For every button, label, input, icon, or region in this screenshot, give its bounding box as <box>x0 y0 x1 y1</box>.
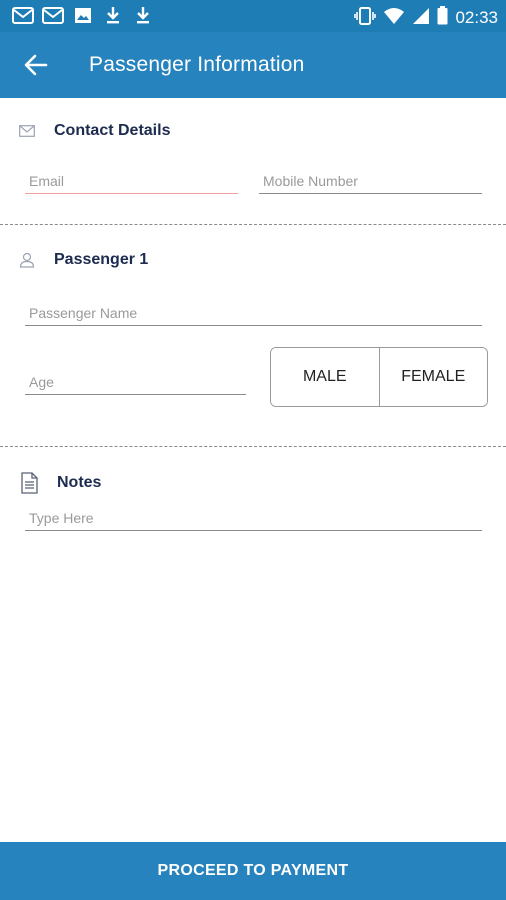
back-button[interactable] <box>20 49 52 81</box>
cellular-signal-icon <box>412 7 430 30</box>
notes-input[interactable] <box>25 507 482 529</box>
mail-icon <box>42 6 64 24</box>
age-input[interactable] <box>25 371 246 393</box>
notes-header: Notes <box>20 472 101 494</box>
female-button[interactable]: FEMALE <box>378 348 487 406</box>
passenger-information-screen: 02:33 Passenger Information Contact Deta… <box>0 0 506 900</box>
passenger-name-input[interactable] <box>25 302 482 324</box>
email-input[interactable] <box>25 170 238 192</box>
mobile-number-field[interactable] <box>259 170 482 194</box>
passenger-header: Passenger 1 <box>18 251 148 269</box>
vibrate-icon <box>354 6 377 30</box>
contact-details-title: Contact Details <box>54 122 171 139</box>
male-button[interactable]: MALE <box>271 348 379 406</box>
mobile-number-input[interactable] <box>259 170 482 192</box>
notes-field[interactable] <box>25 507 482 531</box>
passenger-name-field[interactable] <box>25 302 482 326</box>
person-icon <box>18 251 36 269</box>
gender-selector: MALE FEMALE <box>270 347 488 407</box>
document-icon <box>20 472 38 494</box>
wifi-icon <box>383 7 405 30</box>
section-divider <box>0 446 506 447</box>
download-icon <box>102 6 124 24</box>
arrow-left-icon <box>24 54 48 76</box>
status-bar-notifications <box>12 6 154 24</box>
page-title: Passenger Information <box>89 53 305 76</box>
status-bar-time: 02:33 <box>455 8 498 27</box>
section-divider <box>0 224 506 225</box>
status-bar: 02:33 <box>0 0 506 32</box>
passenger-title: Passenger 1 <box>54 251 149 268</box>
battery-icon <box>437 6 448 30</box>
envelope-icon <box>18 122 36 140</box>
image-icon <box>72 6 94 24</box>
mail-icon <box>12 6 34 24</box>
notes-title: Notes <box>57 474 102 491</box>
status-bar-system: 02:33 <box>354 6 498 30</box>
contact-details-header: Contact Details <box>18 122 170 140</box>
app-bar: Passenger Information <box>0 32 506 98</box>
email-field[interactable] <box>25 170 238 194</box>
proceed-to-payment-button[interactable]: PROCEED TO PAYMENT <box>0 842 506 900</box>
download-icon <box>132 6 154 24</box>
age-field[interactable] <box>25 371 246 395</box>
